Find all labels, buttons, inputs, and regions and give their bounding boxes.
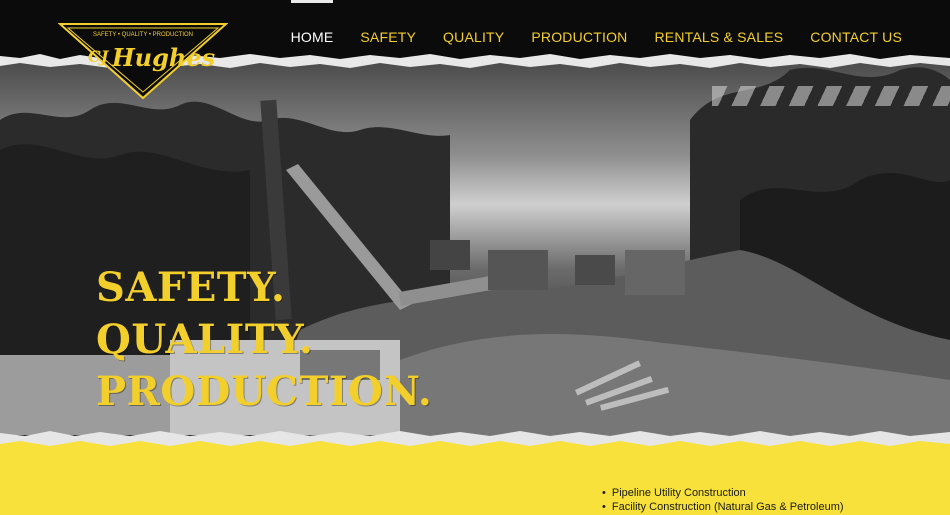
nav-contact-us[interactable]: CONTACT US bbox=[810, 29, 902, 45]
nav-quality[interactable]: QUALITY bbox=[443, 29, 504, 45]
company-logo[interactable]: SAFETY • QUALITY • PRODUCTION CJ Hughes bbox=[58, 20, 228, 100]
headline-production: PRODUCTION. bbox=[96, 368, 433, 415]
logo-initials: CJ bbox=[88, 47, 110, 66]
hero-headline: SAFETY. QUALITY. PRODUCTION. bbox=[96, 262, 432, 418]
headline-quality: QUALITY. bbox=[96, 316, 314, 363]
service-item: Pipeline Utility Construction bbox=[602, 486, 844, 500]
headline-safety: SAFETY. bbox=[96, 264, 286, 311]
hazard-stripes bbox=[712, 86, 950, 106]
logo-tagline: SAFETY • QUALITY • PRODUCTION bbox=[93, 32, 193, 38]
nav-home[interactable]: HOME bbox=[290, 0, 334, 45]
nav-production[interactable]: PRODUCTION bbox=[531, 29, 627, 45]
service-item: Facility Construction (Natural Gas & Pet… bbox=[602, 500, 844, 514]
services-list: Pipeline Utility Construction Facility C… bbox=[602, 486, 844, 514]
main-nav: HOME SAFETY QUALITY PRODUCTION RENTALS &… bbox=[264, 0, 902, 45]
torn-edge-bottom bbox=[0, 431, 950, 446]
nav-rentals-sales[interactable]: RENTALS & SALES bbox=[654, 29, 783, 45]
logo-name: Hughes bbox=[111, 43, 216, 72]
nav-safety[interactable]: SAFETY bbox=[360, 29, 416, 45]
